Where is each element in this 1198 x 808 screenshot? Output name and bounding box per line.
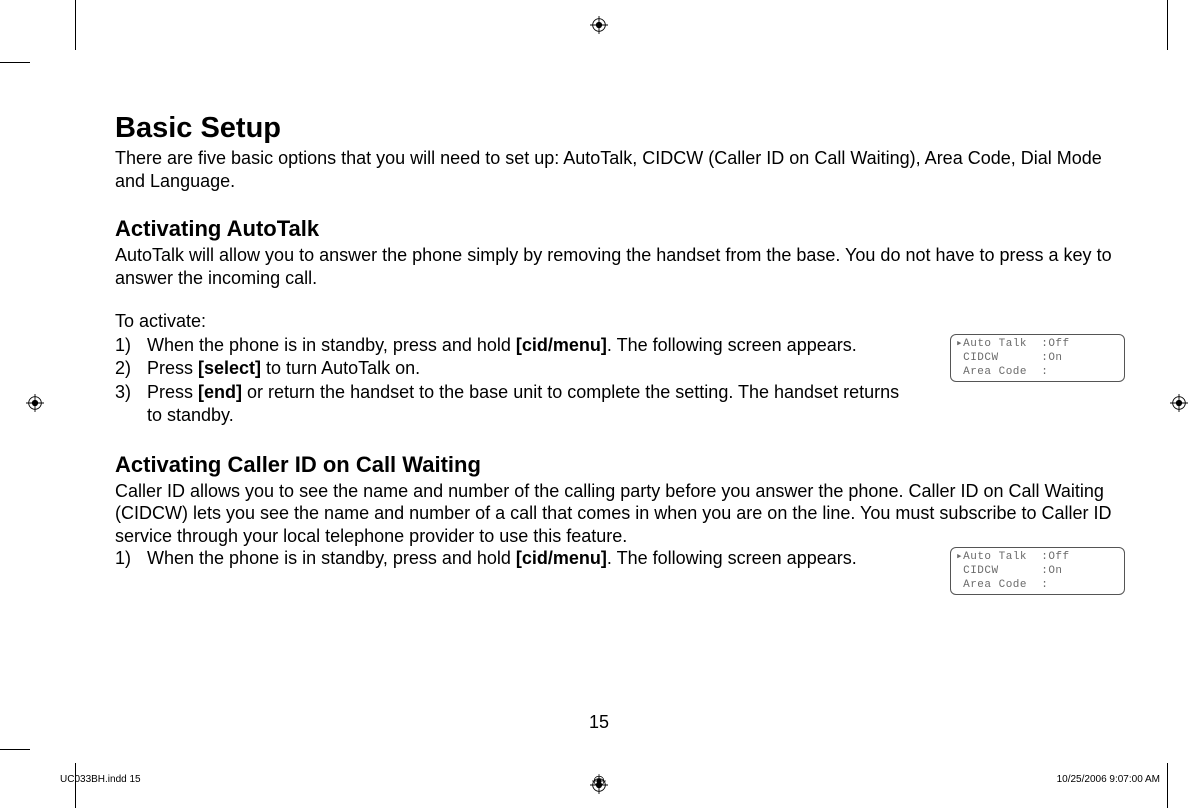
step-text: When the phone is in standby, press and …	[147, 335, 857, 355]
registration-mark-icon	[26, 394, 44, 412]
registration-mark-icon	[590, 16, 608, 34]
crop-mark	[0, 749, 30, 750]
heading-cidcw: Activating Caller ID on Call Waiting	[115, 452, 1125, 478]
list-item: 3) Press [end] or return the handset to …	[115, 381, 905, 428]
heading-main: Basic Setup	[115, 112, 1125, 145]
cidcw-steps: 1) When the phone is in standby, press a…	[115, 547, 1125, 570]
autotalk-body: AutoTalk will allow you to answer the ph…	[115, 244, 1125, 289]
step-number: 3)	[115, 381, 131, 404]
content-area: Basic Setup There are five basic options…	[115, 112, 1125, 570]
step-number: 2)	[115, 357, 131, 380]
footer-filename: UC033BH.indd 15	[60, 774, 141, 788]
crop-mark	[1167, 763, 1168, 808]
step-text: When the phone is in standby, press and …	[147, 548, 857, 568]
crop-mark	[1167, 0, 1168, 50]
cidcw-body: Caller ID allows you to see the name and…	[115, 480, 1125, 548]
autotalk-lead: To activate:	[115, 311, 1125, 332]
step-text: Press [end] or return the handset to the…	[147, 382, 899, 425]
autotalk-steps-block: ▸Auto Talk :Off CIDCW :On Area Code : 1)…	[115, 334, 1125, 428]
list-item: 1) When the phone is in standby, press a…	[115, 547, 1125, 570]
footer: UC033BH.indd 15 10/25/2006 9:07:00 AM	[60, 774, 1160, 788]
list-item: 2) Press [select] to turn AutoTalk on.	[115, 357, 1125, 380]
step-number: 1)	[115, 334, 131, 357]
cidcw-steps-block: ▸Auto Talk :Off CIDCW :On Area Code : 1)…	[115, 547, 1125, 570]
page: Basic Setup There are five basic options…	[0, 0, 1198, 808]
registration-mark-icon	[1170, 394, 1188, 412]
list-item: 1) When the phone is in standby, press a…	[115, 334, 1125, 357]
intro-paragraph: There are five basic options that you wi…	[115, 147, 1125, 192]
crop-mark	[75, 0, 76, 50]
heading-autotalk: Activating AutoTalk	[115, 216, 1125, 242]
step-number: 1)	[115, 547, 131, 570]
registration-mark-icon	[592, 774, 606, 788]
footer-timestamp: 10/25/2006 9:07:00 AM	[1057, 774, 1160, 788]
step-text: Press [select] to turn AutoTalk on.	[147, 358, 420, 378]
crop-mark	[0, 62, 30, 63]
page-number: 15	[0, 712, 1198, 733]
